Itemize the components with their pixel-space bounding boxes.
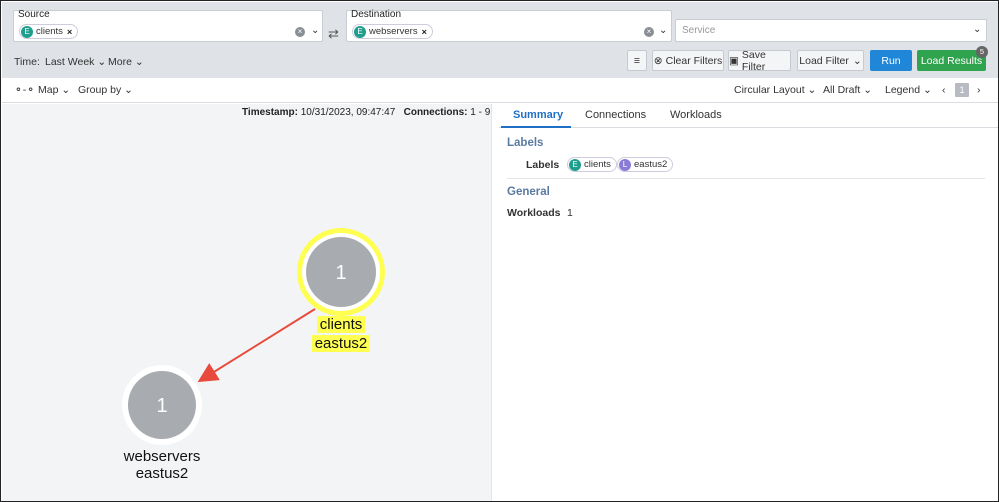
clear-filters-label: Clear Filters [665, 54, 723, 67]
divider [507, 178, 985, 179]
chevron-down-icon[interactable]: ⌄ [311, 25, 319, 36]
chip-text: clients [584, 159, 611, 170]
dest-node-count: 1 [156, 395, 167, 417]
map-view-dropdown[interactable]: ⚬‑⚬ Map ⌄ [14, 84, 70, 96]
chevron-right-icon[interactable]: › [977, 84, 981, 96]
labels-section-title: Labels [507, 137, 544, 149]
source-node-name: clients [316, 316, 366, 333]
source-node-region: eastus2 [311, 335, 371, 352]
timestamp-bar: Timestamp: 10/31/2023, 09:47:47 Connecti… [242, 107, 520, 118]
time-label: Time: [14, 56, 40, 68]
draft-dropdown[interactable]: All Draft ⌄ [823, 84, 872, 96]
group-by-dropdown[interactable]: Group by ⌄ [78, 84, 133, 96]
more-dropdown[interactable]: More ⌄ [108, 56, 144, 68]
chevron-down-icon: ⌄ [852, 54, 862, 67]
layout-dropdown[interactable]: Circular Layout ⌄ [734, 84, 816, 96]
chip-badge: E [354, 25, 366, 38]
database-button[interactable]: ≡ [627, 50, 647, 71]
map-canvas: 1 1 [122, 228, 385, 445]
chip-remove-icon[interactable]: × [422, 27, 427, 37]
workloads-key: Workloads [507, 207, 561, 219]
app-window: Source E clients × × ⌄ ⇄ Destination E w… [0, 0, 999, 502]
time-value: Last Week [45, 56, 95, 68]
tab-connections[interactable]: Connections [585, 109, 646, 121]
dest-node-region: eastus2 [135, 465, 189, 482]
panel-tabs: Summary Connections Workloads [499, 104, 998, 128]
timestamp-value: 10/31/2023, 09:47:47 [300, 107, 396, 118]
source-field[interactable]: Source E clients × × ⌄ [13, 9, 323, 42]
service-placeholder: Service [682, 25, 716, 36]
chip-remove-icon[interactable]: × [67, 27, 72, 37]
source-chip[interactable]: E clients × [19, 24, 79, 39]
details-panel: Summary Connections Workloads Labels Lab… [499, 104, 998, 501]
dest-node-label: webservers eastus2 [106, 448, 218, 482]
source-node-label: clients eastus2 [300, 316, 382, 352]
chevron-down-icon[interactable]: ⌄ [659, 25, 667, 36]
label-chip-eastus2: L eastus2 [617, 157, 674, 172]
splitter[interactable] [491, 104, 499, 501]
chevron-left-icon[interactable]: ‹ [942, 84, 946, 96]
workloads-value: 1 [567, 207, 573, 219]
load-filter-label: Load Filter [799, 54, 849, 67]
swap-icon[interactable]: ⇄ [328, 26, 339, 42]
connections-label: Connections: [403, 107, 468, 118]
chip-text: eastus2 [634, 159, 668, 170]
destination-field[interactable]: Destination E webservers × × ⌄ [346, 9, 672, 42]
chip-badge: E [21, 25, 33, 38]
database-icon: ≡ [633, 54, 641, 67]
legend-label: Legend [885, 84, 921, 96]
clear-filters-button[interactable]: ⊗ Clear Filters [652, 50, 724, 71]
destination-chip[interactable]: E webservers × [352, 24, 433, 39]
run-label: Run [881, 54, 901, 67]
source-label: Source [18, 9, 50, 20]
save-icon: ▣ [729, 54, 739, 67]
clear-destination-icon[interactable]: × [644, 27, 654, 37]
layout-label: Circular Layout [734, 84, 805, 96]
tab-summary[interactable]: Summary [513, 109, 563, 121]
traffic-map[interactable]: 1 1 clients eastus2 webservers eastus2 [2, 104, 491, 501]
legend-dropdown[interactable]: Legend ⌄ [885, 84, 932, 96]
clear-source-icon[interactable]: × [295, 27, 305, 37]
connection-arrow[interactable] [197, 308, 316, 383]
source-node-count: 1 [335, 262, 346, 284]
draft-label: All Draft [823, 84, 861, 96]
clear-icon: ⊗ [653, 54, 663, 67]
save-filter-label: Save Filter [741, 48, 766, 73]
group-by-label: Group by [78, 84, 122, 96]
chip-badge: E [569, 158, 581, 171]
active-tab-indicator [501, 126, 571, 128]
destination-label: Destination [351, 9, 402, 20]
chevron-down-icon[interactable]: ⌄ [973, 24, 981, 35]
service-field[interactable]: Service ⌄ [675, 19, 987, 42]
page-number[interactable]: 1 [955, 83, 969, 97]
load-results-label: Load Results [920, 54, 983, 67]
chip-badge: L [619, 158, 631, 171]
map-label: Map [38, 84, 59, 96]
run-button[interactable]: Run [870, 50, 912, 71]
chip-text: webservers [369, 26, 418, 37]
map-toolbar: ⚬‑⚬ Map ⌄ Group by ⌄ Circular Layout ⌄ A… [2, 79, 998, 103]
more-label: More [108, 56, 132, 68]
chip-text: clients [36, 26, 63, 37]
tab-workloads[interactable]: Workloads [670, 109, 722, 121]
save-filter-button[interactable]: ▣ Save Filter [728, 48, 791, 73]
general-section-title: General [507, 186, 550, 198]
dest-node-name: webservers [123, 448, 201, 465]
load-filter-dropdown[interactable]: Load Filter ⌄ [797, 50, 864, 71]
load-results-count-badge: 5 [976, 46, 988, 58]
time-dropdown[interactable]: Last Week ⌄ [45, 56, 106, 68]
timestamp-label: Timestamp: [242, 107, 298, 118]
label-chip-clients: E clients [567, 157, 617, 172]
graph-icon: ⚬‑⚬ [14, 84, 36, 96]
labels-key: Labels [526, 159, 560, 171]
